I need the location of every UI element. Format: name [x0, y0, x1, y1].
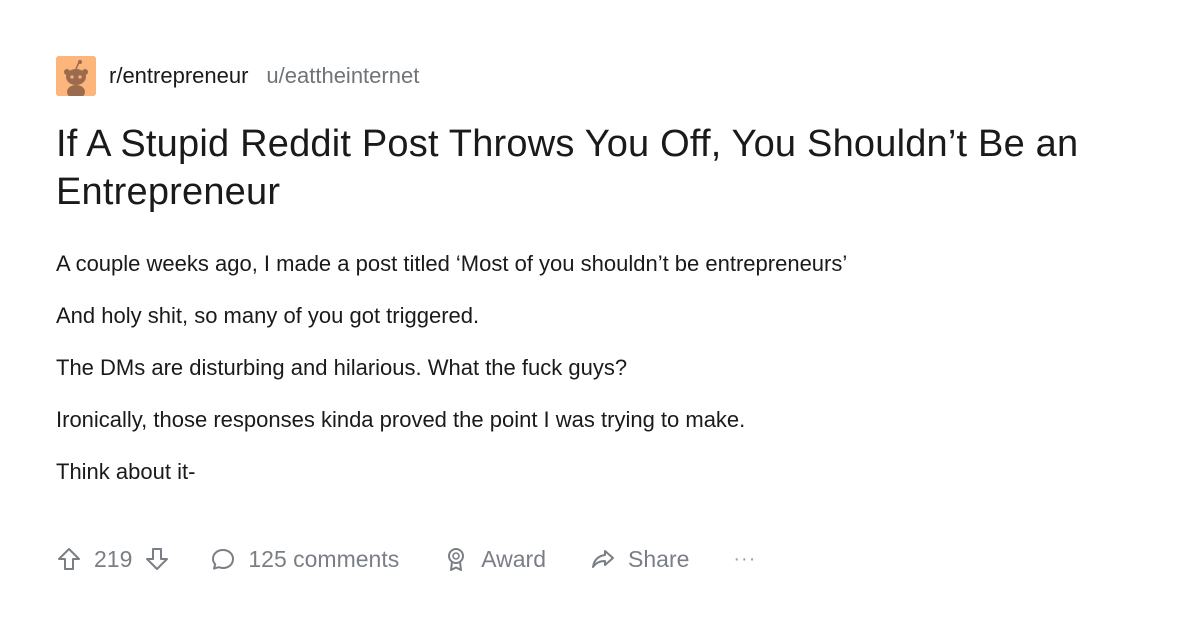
subreddit-name[interactable]: r/entrepreneur [109, 63, 248, 89]
post-paragraph: Ironically, those responses kinda proved… [56, 407, 746, 432]
post-meta: r/entrepreneur u/eattheinternet [56, 56, 1144, 96]
post-paragraph: Think about it- [56, 459, 196, 484]
post-paragraph: The DMs are disturbing and hilarious. Wh… [56, 355, 628, 380]
post-card: r/entrepreneur u/eattheinternet If A Stu… [0, 0, 1200, 630]
comments-label: 125 comments [248, 545, 400, 572]
downvote-button[interactable] [144, 546, 170, 572]
snoo-icon [56, 56, 96, 96]
vote-group: 219 [56, 546, 170, 573]
arrow-down-icon [146, 548, 169, 570]
comment-bubble-icon [212, 549, 235, 570]
award-button[interactable]: Award [443, 546, 546, 573]
share-button[interactable]: Share [590, 546, 689, 573]
post-title[interactable]: If A Stupid Reddit Post Throws You Off, … [56, 120, 1146, 216]
post-actions-bar: 219 125 comments Award Share ··· [56, 538, 756, 580]
share-arrow-icon [592, 550, 615, 568]
upvote-button[interactable] [56, 546, 82, 572]
vote-count: 219 [94, 545, 133, 572]
award-medal-icon [448, 548, 465, 571]
share-label: Share [628, 545, 690, 572]
subreddit-avatar[interactable] [56, 56, 96, 96]
more-options-button[interactable]: ··· [733, 548, 756, 571]
post-paragraph: A couple weeks ago, I made a post titled… [56, 251, 848, 276]
award-label: Award [481, 545, 547, 572]
post-paragraph: And holy shit, so many of you got trigge… [56, 303, 480, 328]
post-body: A couple weeks ago, I made a post titled… [56, 238, 1144, 498]
author-name[interactable]: u/eattheinternet [266, 63, 419, 89]
comments-button[interactable]: 125 comments [210, 546, 399, 573]
arrow-up-icon [58, 548, 80, 570]
